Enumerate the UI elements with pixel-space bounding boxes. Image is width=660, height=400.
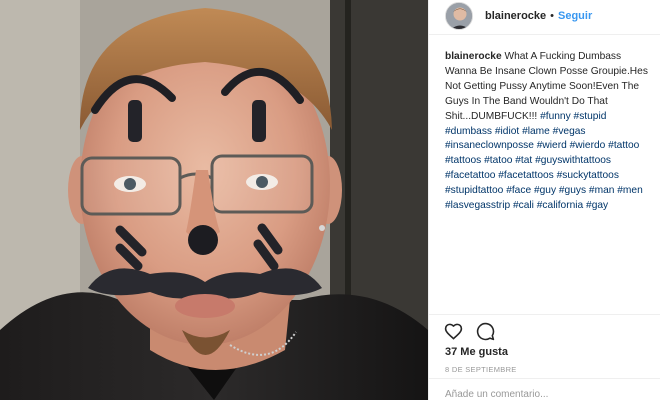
hashtag-link[interactable]: #face — [506, 185, 531, 196]
hashtag-link[interactable]: #cali — [513, 200, 534, 211]
hashtag-link[interactable]: #funny — [540, 111, 571, 122]
likes-count[interactable]: 37 Me gusta — [445, 346, 508, 358]
caption-username[interactable]: blainerocke — [445, 51, 502, 62]
post-header: blainerocke • Seguir — [429, 0, 660, 32]
hashtag-link[interactable]: #guys — [559, 185, 586, 196]
header-divider — [429, 34, 660, 35]
comment-button[interactable] — [475, 321, 495, 341]
header-username[interactable]: blainerocke — [485, 10, 546, 22]
hashtag-link[interactable]: #idiot — [495, 126, 519, 137]
post-date: 8 DE SEPTIEMBRE — [445, 365, 517, 374]
post-actions — [443, 320, 495, 342]
hashtag-link[interactable]: #lame — [522, 126, 550, 137]
hashtag-link[interactable]: #lasvegasstrip — [445, 200, 510, 211]
hashtag-link[interactable]: #man — [589, 185, 614, 196]
post-photo-image — [0, 0, 428, 400]
avatar[interactable] — [445, 2, 473, 30]
hashtag-link[interactable]: #tat — [515, 155, 532, 166]
hashtag-link[interactable]: #suckytattoos — [557, 170, 619, 181]
post-caption: blainerocke What A Fucking Dumbass Wanna… — [445, 50, 655, 214]
hashtag-link[interactable]: #stupidtattoo — [445, 185, 503, 196]
comment-divider — [429, 378, 660, 379]
speech-bubble-icon — [476, 322, 494, 340]
hashtag-link[interactable]: #guyswithtattoos — [535, 155, 611, 166]
comment-input[interactable] — [445, 387, 645, 400]
hashtag-link[interactable]: #stupid — [574, 111, 607, 122]
hashtag-link[interactable]: #tattoos — [445, 155, 481, 166]
header-separator: • — [550, 10, 554, 22]
hashtag-link[interactable]: #men — [617, 185, 642, 196]
hashtag-link[interactable]: #gay — [586, 200, 608, 211]
hashtag-link[interactable]: #tattoo — [608, 140, 639, 151]
hashtag-link[interactable]: #guy — [534, 185, 556, 196]
hashtag-list: #funny #stupid #dumbass #idiot #lame #ve… — [445, 111, 643, 211]
hashtag-link[interactable]: #vegas — [553, 126, 586, 137]
like-button[interactable] — [443, 321, 463, 341]
follow-button[interactable]: Seguir — [558, 10, 592, 22]
profile-photo — [446, 3, 472, 29]
hashtag-link[interactable]: #facetattoo — [445, 170, 495, 181]
post-photo[interactable] — [0, 0, 428, 400]
hashtag-link[interactable]: #insaneclownposse — [445, 140, 534, 151]
hashtag-link[interactable]: #wierdo — [570, 140, 606, 151]
post-side-panel: blainerocke • Seguir blainerocke What A … — [428, 0, 660, 400]
hashtag-link[interactable]: #california — [537, 200, 583, 211]
hashtag-link[interactable]: #facetattoos — [498, 170, 554, 181]
hashtag-link[interactable]: #dumbass — [445, 126, 492, 137]
heart-outline-icon — [444, 323, 462, 339]
hashtag-link[interactable]: #tatoo — [484, 155, 512, 166]
instagram-post: blainerocke • Seguir blainerocke What A … — [0, 0, 660, 400]
actions-divider — [429, 314, 660, 315]
hashtag-link[interactable]: #wierd — [537, 140, 567, 151]
